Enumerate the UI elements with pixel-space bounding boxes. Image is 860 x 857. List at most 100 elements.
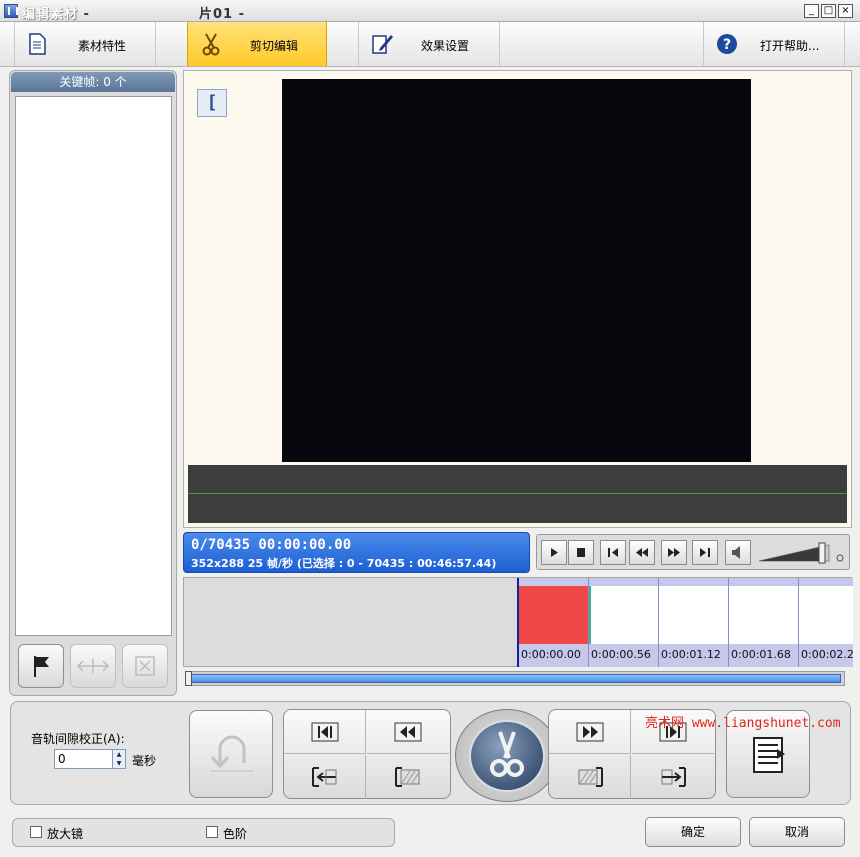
- trim-end-icon: [578, 767, 603, 787]
- watermark-text: 亮术网 www.liangshunet.com: [645, 716, 841, 731]
- cut-button[interactable]: [469, 720, 545, 792]
- jump-back-button[interactable]: [367, 710, 449, 754]
- set-end-icon: [661, 767, 686, 787]
- fast-forward-icon: [668, 548, 680, 557]
- trim-end-button[interactable]: [549, 755, 631, 799]
- undo-button[interactable]: [189, 710, 273, 798]
- thumbnail-strip[interactable]: 0:00:00.00 0:00:00.56 0:00:01.12 0:00:01…: [517, 578, 853, 667]
- audio-gap-input[interactable]: [54, 749, 114, 769]
- cut-button-ring: [455, 709, 559, 802]
- timecode-label: 0:00:01.12: [661, 648, 721, 661]
- rewind-icon: [636, 548, 648, 557]
- delete-x-icon: [135, 656, 155, 676]
- flag-icon: [34, 656, 49, 677]
- timeline-scrollbar[interactable]: [185, 671, 845, 686]
- levels-checkbox[interactable]: [206, 826, 218, 838]
- open-help-button[interactable]: ? 打开帮助...: [703, 22, 845, 66]
- cancel-button[interactable]: 取消: [749, 817, 845, 847]
- frame-info-panel: 0/70435 00:00:00.00 352x288 25 帧/秒 (已选择 …: [183, 532, 530, 573]
- timecode-label: 0:00:01.68: [731, 648, 791, 661]
- fast-forward-button[interactable]: [661, 540, 687, 565]
- go-to-mark-in-button[interactable]: [284, 710, 366, 754]
- trim-start-button[interactable]: [367, 755, 449, 799]
- tab-clip-properties-label: 素材特性: [78, 39, 127, 53]
- playhead[interactable]: [517, 578, 519, 667]
- volume-slider-graphic: [758, 542, 844, 564]
- move-keyframe-button[interactable]: [70, 644, 116, 688]
- scrollbar-handle[interactable]: [185, 671, 192, 686]
- timeline-thumbnail: [729, 586, 799, 644]
- keyframe-list[interactable]: [15, 96, 172, 636]
- tab-cut-edit[interactable]: 剪切编辑: [187, 22, 327, 66]
- previous-frame-button[interactable]: [600, 540, 626, 565]
- maximize-button[interactable]: □: [821, 4, 836, 18]
- spin-up-icon[interactable]: ▲: [113, 750, 125, 759]
- timeline-thumbnail: [799, 586, 853, 644]
- minimize-button[interactable]: _: [804, 4, 819, 18]
- cut-control-panel: 音轨间隙校正(A): ▲ ▼ 毫秒 亮术网 www.liangshunet.co…: [10, 701, 851, 805]
- jump-forward-icon: [576, 722, 603, 741]
- play-button[interactable]: [541, 540, 567, 565]
- play-icon: [551, 548, 558, 557]
- stop-button[interactable]: [568, 540, 594, 565]
- audio-gap-label: 音轨间隙校正(A):: [31, 732, 125, 746]
- stop-icon: [577, 548, 585, 557]
- timeline-thumbnail: [519, 586, 589, 644]
- help-icon: ?: [717, 34, 737, 54]
- title-bar[interactable]: 编辑素材 - 片01 - _ □ ×: [0, 0, 860, 22]
- app-film-icon: [4, 4, 18, 18]
- spin-down-icon[interactable]: ▼: [113, 759, 125, 768]
- video-frame: [282, 79, 751, 462]
- step-back-icon: [608, 548, 618, 557]
- set-end-button[interactable]: [632, 755, 714, 799]
- svg-text:?: ?: [723, 37, 731, 53]
- mute-button[interactable]: [725, 540, 751, 565]
- keyframe-count-header: 关键帧: 0 个: [11, 72, 175, 92]
- volume-slider[interactable]: [757, 541, 845, 565]
- video-preview-panel: [: [183, 70, 852, 528]
- levels-label[interactable]: 色阶: [223, 825, 247, 842]
- clip-details: 352x288 25 帧/秒 (已选择 : 0 - 70435 : 00:46:…: [191, 557, 497, 570]
- scrollbar-range[interactable]: [190, 674, 841, 683]
- mark-in-button[interactable]: [: [197, 89, 227, 117]
- timeline-thumbnail: [659, 586, 729, 644]
- timeline-divider: [728, 578, 729, 667]
- tab-cut-edit-label: 剪切编辑: [250, 39, 299, 53]
- move-left-right-icon: [76, 659, 110, 673]
- tab-effect-settings[interactable]: 效果设置: [358, 22, 500, 66]
- tab-clip-properties[interactable]: 素材特性: [14, 22, 156, 66]
- tab-effect-settings-label: 效果设置: [421, 39, 470, 53]
- jump-forward-button[interactable]: [549, 710, 631, 754]
- close-button[interactable]: ×: [838, 4, 853, 18]
- audio-gap-spinner[interactable]: ▲ ▼: [112, 749, 126, 769]
- scissors-icon: [202, 33, 220, 56]
- set-start-button[interactable]: [284, 755, 366, 799]
- rewind-button[interactable]: [629, 540, 655, 565]
- next-frame-button[interactable]: [692, 540, 718, 565]
- timeline-thumbnail: [589, 586, 659, 644]
- window-title: 编辑素材 - 片01 -: [22, 7, 246, 22]
- ok-button[interactable]: 确定: [645, 817, 741, 847]
- speaker-icon: [732, 546, 740, 559]
- delete-keyframe-button[interactable]: [122, 644, 168, 688]
- frame-timecode: 0/70435 00:00:00.00: [191, 537, 352, 553]
- left-cut-buttons: [283, 709, 451, 799]
- trim-start-icon: [395, 767, 420, 787]
- audio-waveform: [188, 465, 847, 523]
- timeline-divider: [798, 578, 799, 667]
- timeline-divider: [658, 578, 659, 667]
- keyframe-panel: 关键帧: 0 个: [9, 70, 177, 696]
- tab-bar: 素材特性 剪切编辑 效果设置 ? 打开帮助...: [0, 22, 860, 67]
- open-help-label: 打开帮助...: [760, 39, 820, 53]
- scissors-icon: [490, 731, 524, 777]
- set-start-icon: [311, 767, 336, 787]
- add-keyframe-button[interactable]: [18, 644, 64, 688]
- jump-back-icon: [394, 722, 422, 741]
- edit-pencil-icon: [372, 35, 393, 54]
- timeline[interactable]: 0:00:00.00 0:00:00.56 0:00:01.12 0:00:01…: [183, 577, 853, 667]
- magnifier-checkbox[interactable]: [30, 826, 42, 838]
- goto-start-icon: [311, 722, 338, 741]
- undo-arrow-icon: [210, 735, 254, 772]
- timecode-label: 0:00:00.56: [591, 648, 651, 661]
- magnifier-label[interactable]: 放大镜: [47, 825, 83, 842]
